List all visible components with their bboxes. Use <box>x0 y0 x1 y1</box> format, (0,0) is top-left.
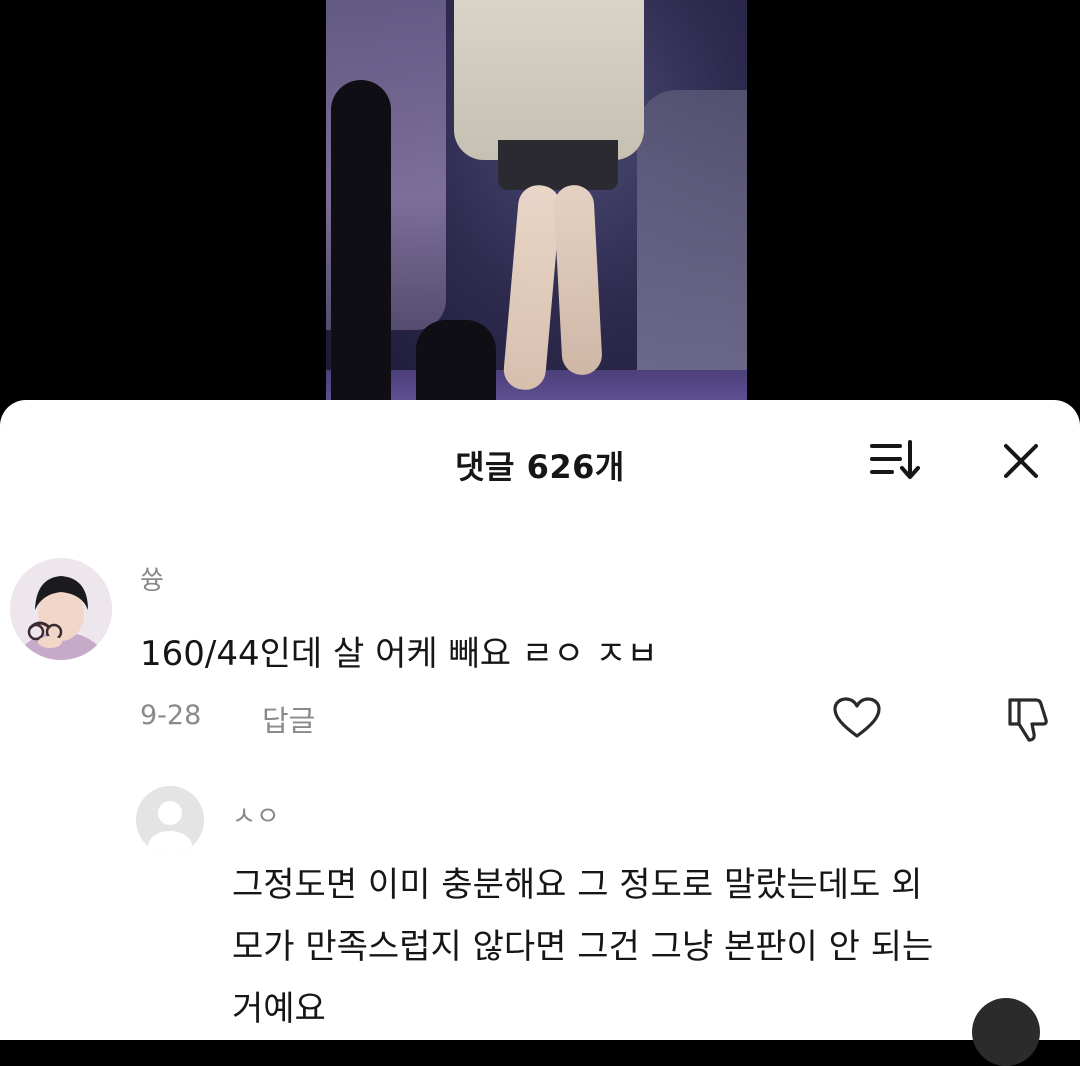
performer-shorts <box>498 140 618 190</box>
comment-date: 9-28 <box>140 700 202 731</box>
comment-username[interactable]: 쓩 <box>140 560 164 597</box>
video-frame[interactable] <box>326 0 747 420</box>
sort-icon[interactable] <box>868 438 924 482</box>
reply-text-line: 모가 만족스럽지 않다면 그건 그냥 본판이 안 되는 <box>232 927 934 967</box>
video-player[interactable] <box>0 0 1080 420</box>
comment-text: 160/44인데 살 어케 빼요 ㄹㅇ ㅈㅂ <box>140 634 658 674</box>
background-figure <box>637 90 747 370</box>
reply-username[interactable]: ㅅㅇ <box>232 796 280 833</box>
performer-leg <box>553 184 603 376</box>
reply-button[interactable]: 답글 <box>262 698 315 740</box>
performer-leg <box>502 183 562 392</box>
floating-button[interactable] <box>972 998 1040 1066</box>
reply-text-line: 그정도면 이미 충분해요 그 정도로 말랐는데도 외 <box>232 865 923 905</box>
heart-icon[interactable] <box>832 696 882 740</box>
audience-hand <box>331 80 391 420</box>
reply-text-line: 거예요 <box>232 989 326 1029</box>
comment-sheet: 댓글 626개 쓩 160/44인데 살 어케 빼요 ㄹㅇ ㅈㅂ 9-28 답글 <box>0 400 1080 1066</box>
performer-hoodie <box>454 0 644 160</box>
close-icon[interactable] <box>998 438 1044 484</box>
avatar[interactable] <box>10 558 112 660</box>
reply-avatar[interactable] <box>136 786 204 854</box>
thumbs-down-icon[interactable] <box>1002 694 1052 744</box>
reply-text: 그정도면 이미 충분해요 그 정도로 말랐는데도 외 모가 만족스럽지 않다면 … <box>232 854 1062 1040</box>
